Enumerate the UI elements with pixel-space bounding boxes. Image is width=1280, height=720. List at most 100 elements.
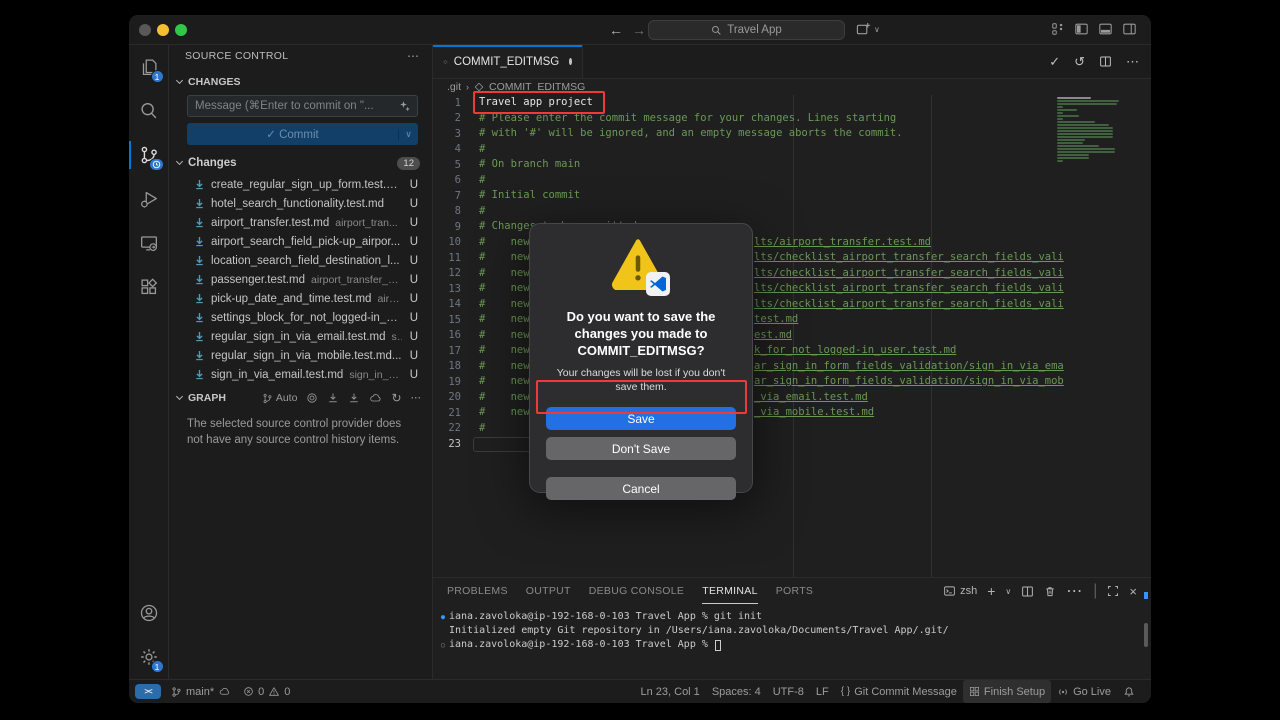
tab-commit-editmsg[interactable]: COMMIT_EDITMSG — [433, 45, 583, 78]
cancel-button[interactable]: Cancel — [546, 477, 736, 500]
go-live-item[interactable]: Go Live — [1051, 680, 1117, 703]
language-mode-item[interactable]: { } Git Commit Message — [835, 680, 963, 703]
file-name: airport_search_field_pick-up_airpor... — [211, 236, 400, 248]
graph-auto-toggle[interactable]: Auto — [262, 392, 298, 404]
branch-status-item[interactable]: main* — [165, 680, 237, 703]
eol-item[interactable]: LF — [810, 680, 835, 703]
broadcast-icon — [1057, 686, 1069, 698]
chevron-down-icon[interactable]: ∨ — [1005, 587, 1011, 596]
accounts-icon[interactable] — [129, 591, 169, 635]
fetch-cloud-icon[interactable] — [369, 392, 382, 404]
encoding-item[interactable]: UTF-8 — [767, 680, 810, 703]
sidebar-item-source-control[interactable] — [129, 133, 169, 177]
settings-gear-icon[interactable]: 1 — [129, 635, 169, 679]
close-panel-icon[interactable]: × — [1129, 584, 1137, 599]
dirty-indicator-dot[interactable] — [569, 58, 572, 65]
more-actions-icon[interactable]: ⋯ — [1126, 54, 1139, 70]
changed-file-row[interactable]: regular_sign_in_via_email.test.mdsi...U — [169, 327, 432, 346]
minimap[interactable] — [1057, 97, 1135, 163]
refresh-icon[interactable]: ↻ — [391, 391, 401, 405]
changed-file-row[interactable]: airport_search_field_pick-up_airpor...U — [169, 232, 432, 251]
more-actions-icon[interactable]: ⋯ — [411, 392, 423, 404]
changed-file-row[interactable]: location_search_field_destination_l...U — [169, 251, 432, 270]
sparkle-icon[interactable] — [399, 100, 411, 112]
toggle-sidebar-left-icon[interactable] — [1074, 22, 1089, 36]
cloud-upload-icon — [218, 686, 231, 697]
commit-message-input[interactable] — [195, 100, 399, 112]
finish-setup-item[interactable]: Finish Setup — [963, 680, 1051, 703]
code-line[interactable]: 3# with '#' will be ignored, and an empt… — [433, 126, 1151, 142]
changes-tree-header[interactable]: Changes 12 — [169, 153, 432, 173]
file-dir: sign_in_fo... — [349, 369, 401, 381]
new-panel-plus-icon[interactable] — [856, 22, 871, 37]
code-line[interactable]: 5# On branch main — [433, 157, 1151, 173]
push-icon[interactable] — [348, 392, 360, 404]
tab-label: COMMIT_EDITMSG — [454, 56, 559, 68]
markdown-file-icon — [193, 311, 206, 324]
new-terminal-icon[interactable]: + — [987, 583, 995, 599]
code-line[interactable]: 6# — [433, 173, 1151, 189]
changed-file-row[interactable]: sign_in_via_email.test.mdsign_in_fo...U — [169, 365, 432, 384]
traffic-light-zoom[interactable] — [175, 24, 187, 36]
traffic-light-minimize[interactable] — [157, 24, 169, 36]
more-actions-icon[interactable]: ⋯ — [407, 49, 420, 63]
sidebar-item-explorer[interactable]: 1 — [129, 45, 169, 89]
back-arrow-icon[interactable]: ← — [609, 21, 623, 39]
sidebar-item-remote-explorer[interactable] — [129, 221, 169, 265]
discard-icon[interactable]: ↺ — [1074, 54, 1085, 70]
panel-tab-output[interactable]: OUTPUT — [526, 578, 571, 604]
split-terminal-icon[interactable] — [1021, 585, 1034, 598]
problems-status-item[interactable]: 0 0 — [237, 680, 296, 703]
code-line[interactable]: 7# Initial commit — [433, 188, 1151, 204]
toggle-sidebar-right-icon[interactable] — [1122, 22, 1137, 36]
pull-icon[interactable] — [327, 392, 339, 404]
panel-tab-terminal[interactable]: TERMINAL — [702, 578, 758, 604]
toggle-panel-icon[interactable] — [1098, 22, 1113, 36]
changed-file-row[interactable]: regular_sign_in_via_mobile.test.md...U — [169, 346, 432, 365]
changes-section-header[interactable]: CHANGES — [169, 73, 432, 91]
run-debug-icon — [138, 188, 160, 210]
target-icon[interactable] — [306, 392, 318, 404]
sidebar-item-search[interactable] — [129, 89, 169, 133]
sidebar-item-extensions[interactable] — [129, 265, 169, 309]
cursor-position-item[interactable]: Ln 23, Col 1 — [634, 680, 705, 703]
panel-tab-ports[interactable]: PORTS — [776, 578, 813, 604]
maximize-panel-icon[interactable] — [1107, 585, 1119, 597]
command-center-search[interactable]: Travel App — [648, 20, 845, 40]
changed-files-list: create_regular_sign_up_form.test.mdUhote… — [169, 175, 432, 384]
changed-file-row[interactable]: passenger.test.mdairport_transfer_s...U — [169, 270, 432, 289]
graph-section-header[interactable]: GRAPH Auto ↻ ⋯ — [169, 388, 432, 408]
code-line[interactable]: 8# — [433, 204, 1151, 220]
panel-tab-debug-console[interactable]: DEBUG CONSOLE — [589, 578, 685, 604]
code-line[interactable]: 4# — [433, 142, 1151, 158]
finish-setup-icon — [969, 686, 980, 697]
customize-layout-icon[interactable] — [1051, 22, 1065, 36]
changed-file-row[interactable]: airport_transfer.test.mdairport_tran...U — [169, 213, 432, 232]
panel-tab-problems[interactable]: PROBLEMS — [447, 578, 508, 604]
terminal-scrollbar[interactable] — [1144, 592, 1148, 647]
traffic-light-close[interactable] — [139, 24, 151, 36]
braces-icon: { } — [841, 686, 850, 697]
breadcrumb-root[interactable]: .git — [447, 81, 461, 93]
changed-file-row[interactable]: settings_block_for_not_logged-in_u...U — [169, 308, 432, 327]
more-actions-icon[interactable]: ⋯ — [1066, 581, 1083, 601]
indentation-item[interactable]: Spaces: 4 — [706, 680, 767, 703]
changed-file-row[interactable]: pick-up_date_and_time.test.mdairp...U — [169, 289, 432, 308]
commit-dropdown-chevron-icon[interactable]: ∨ — [398, 129, 418, 140]
changed-file-row[interactable]: create_regular_sign_up_form.test.mdU — [169, 175, 432, 194]
chevron-down-icon[interactable]: ∨ — [874, 25, 880, 34]
forward-arrow-icon[interactable]: → — [632, 21, 646, 39]
dont-save-button[interactable]: Don't Save — [546, 437, 736, 460]
trash-icon[interactable] — [1044, 585, 1056, 598]
commit-button[interactable]: ✓ Commit ∨ — [187, 123, 418, 145]
changed-file-row[interactable]: hotel_search_functionality.test.mdU — [169, 194, 432, 213]
clock-icon — [152, 160, 161, 169]
terminal-profile-chip[interactable]: zsh — [943, 585, 977, 597]
warning-icon — [268, 686, 280, 697]
accept-commit-icon[interactable]: ✓ — [1049, 54, 1060, 70]
terminal-output[interactable]: ●iana.zavoloka@ip-192-168-0-103 Travel A… — [433, 604, 1151, 652]
notifications-bell-icon[interactable] — [1117, 680, 1141, 703]
sidebar-item-run-debug[interactable] — [129, 177, 169, 221]
remote-indicator[interactable]: >< — [135, 684, 161, 699]
split-editor-icon[interactable] — [1099, 55, 1112, 68]
